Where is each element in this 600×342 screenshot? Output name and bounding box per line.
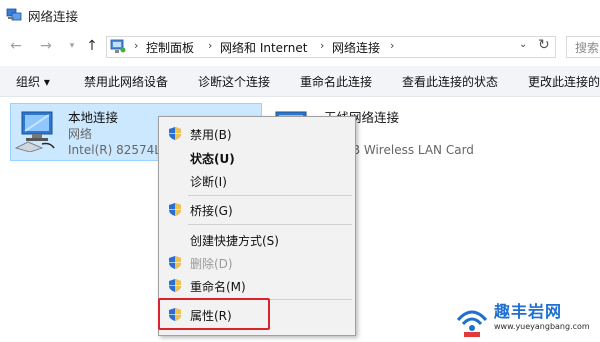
local-connection-name: 本地连接: [68, 110, 119, 125]
address-dropdown-icon[interactable]: ⌄: [519, 39, 527, 50]
diagnose-button[interactable]: 诊断这个连接: [198, 73, 270, 90]
refresh-icon[interactable]: ↻: [538, 37, 550, 53]
change-settings-button[interactable]: 更改此连接的设置: [528, 73, 600, 90]
local-connection-adapter: Intel(R) 82574L: [68, 143, 161, 157]
title-bar: [0, 0, 600, 30]
breadcrumb-control-panel[interactable]: 控制面板: [146, 39, 194, 56]
breadcrumb-separator: ›: [390, 39, 395, 52]
menu-separator: [188, 224, 352, 225]
breadcrumb-network-connections[interactable]: 网络连接: [332, 39, 380, 56]
menu-item-diagnose[interactable]: 诊断(I): [190, 173, 227, 190]
ethernet-adapter-icon: [14, 111, 55, 152]
rename-button[interactable]: 重命名此连接: [300, 73, 372, 90]
arrow-up-icon[interactable]: ↑: [84, 38, 100, 54]
view-status-button[interactable]: 查看此连接的状态: [402, 73, 498, 90]
local-connection-type: 网络: [68, 127, 93, 141]
menu-separator: [188, 195, 352, 196]
uac-shield-icon: [169, 279, 181, 292]
menu-item-rename[interactable]: 重命名(M): [190, 278, 246, 295]
disable-device-button[interactable]: 禁用此网络设备: [84, 73, 168, 90]
breadcrumb-separator: ›: [320, 39, 325, 52]
arrow-right-icon[interactable]: →: [38, 38, 54, 54]
menu-item-status[interactable]: 状态(U): [190, 150, 235, 167]
control-panel-icon: [110, 39, 126, 53]
search-placeholder: 搜索: [575, 41, 600, 55]
menu-item-disable[interactable]: 禁用(B): [190, 126, 232, 143]
watermark-title: 趣丰岩网: [494, 302, 563, 321]
watermark-url: www.yueyangbang.com: [494, 322, 590, 331]
menu-item-bridge[interactable]: 桥接(G): [190, 202, 233, 219]
menu-item-create-shortcut[interactable]: 创建快捷方式(S): [190, 232, 279, 249]
chevron-down-icon[interactable]: ▾: [64, 38, 80, 54]
arrow-left-icon[interactable]: ←: [8, 38, 24, 54]
breadcrumb-separator: ›: [134, 39, 139, 52]
uac-shield-icon: [169, 256, 181, 269]
breadcrumb-network-internet[interactable]: 网络和 Internet: [220, 39, 307, 56]
uac-shield-icon: [169, 203, 181, 216]
highlight-annotation: [158, 298, 270, 330]
menu-item-delete: 删除(D): [190, 257, 233, 271]
uac-shield-icon: [169, 127, 181, 140]
breadcrumb-separator: ›: [208, 39, 213, 52]
network-connections-icon: [6, 8, 22, 21]
window-title: 网络连接: [28, 9, 79, 24]
organize-button[interactable]: 组织 ▾: [16, 73, 50, 90]
